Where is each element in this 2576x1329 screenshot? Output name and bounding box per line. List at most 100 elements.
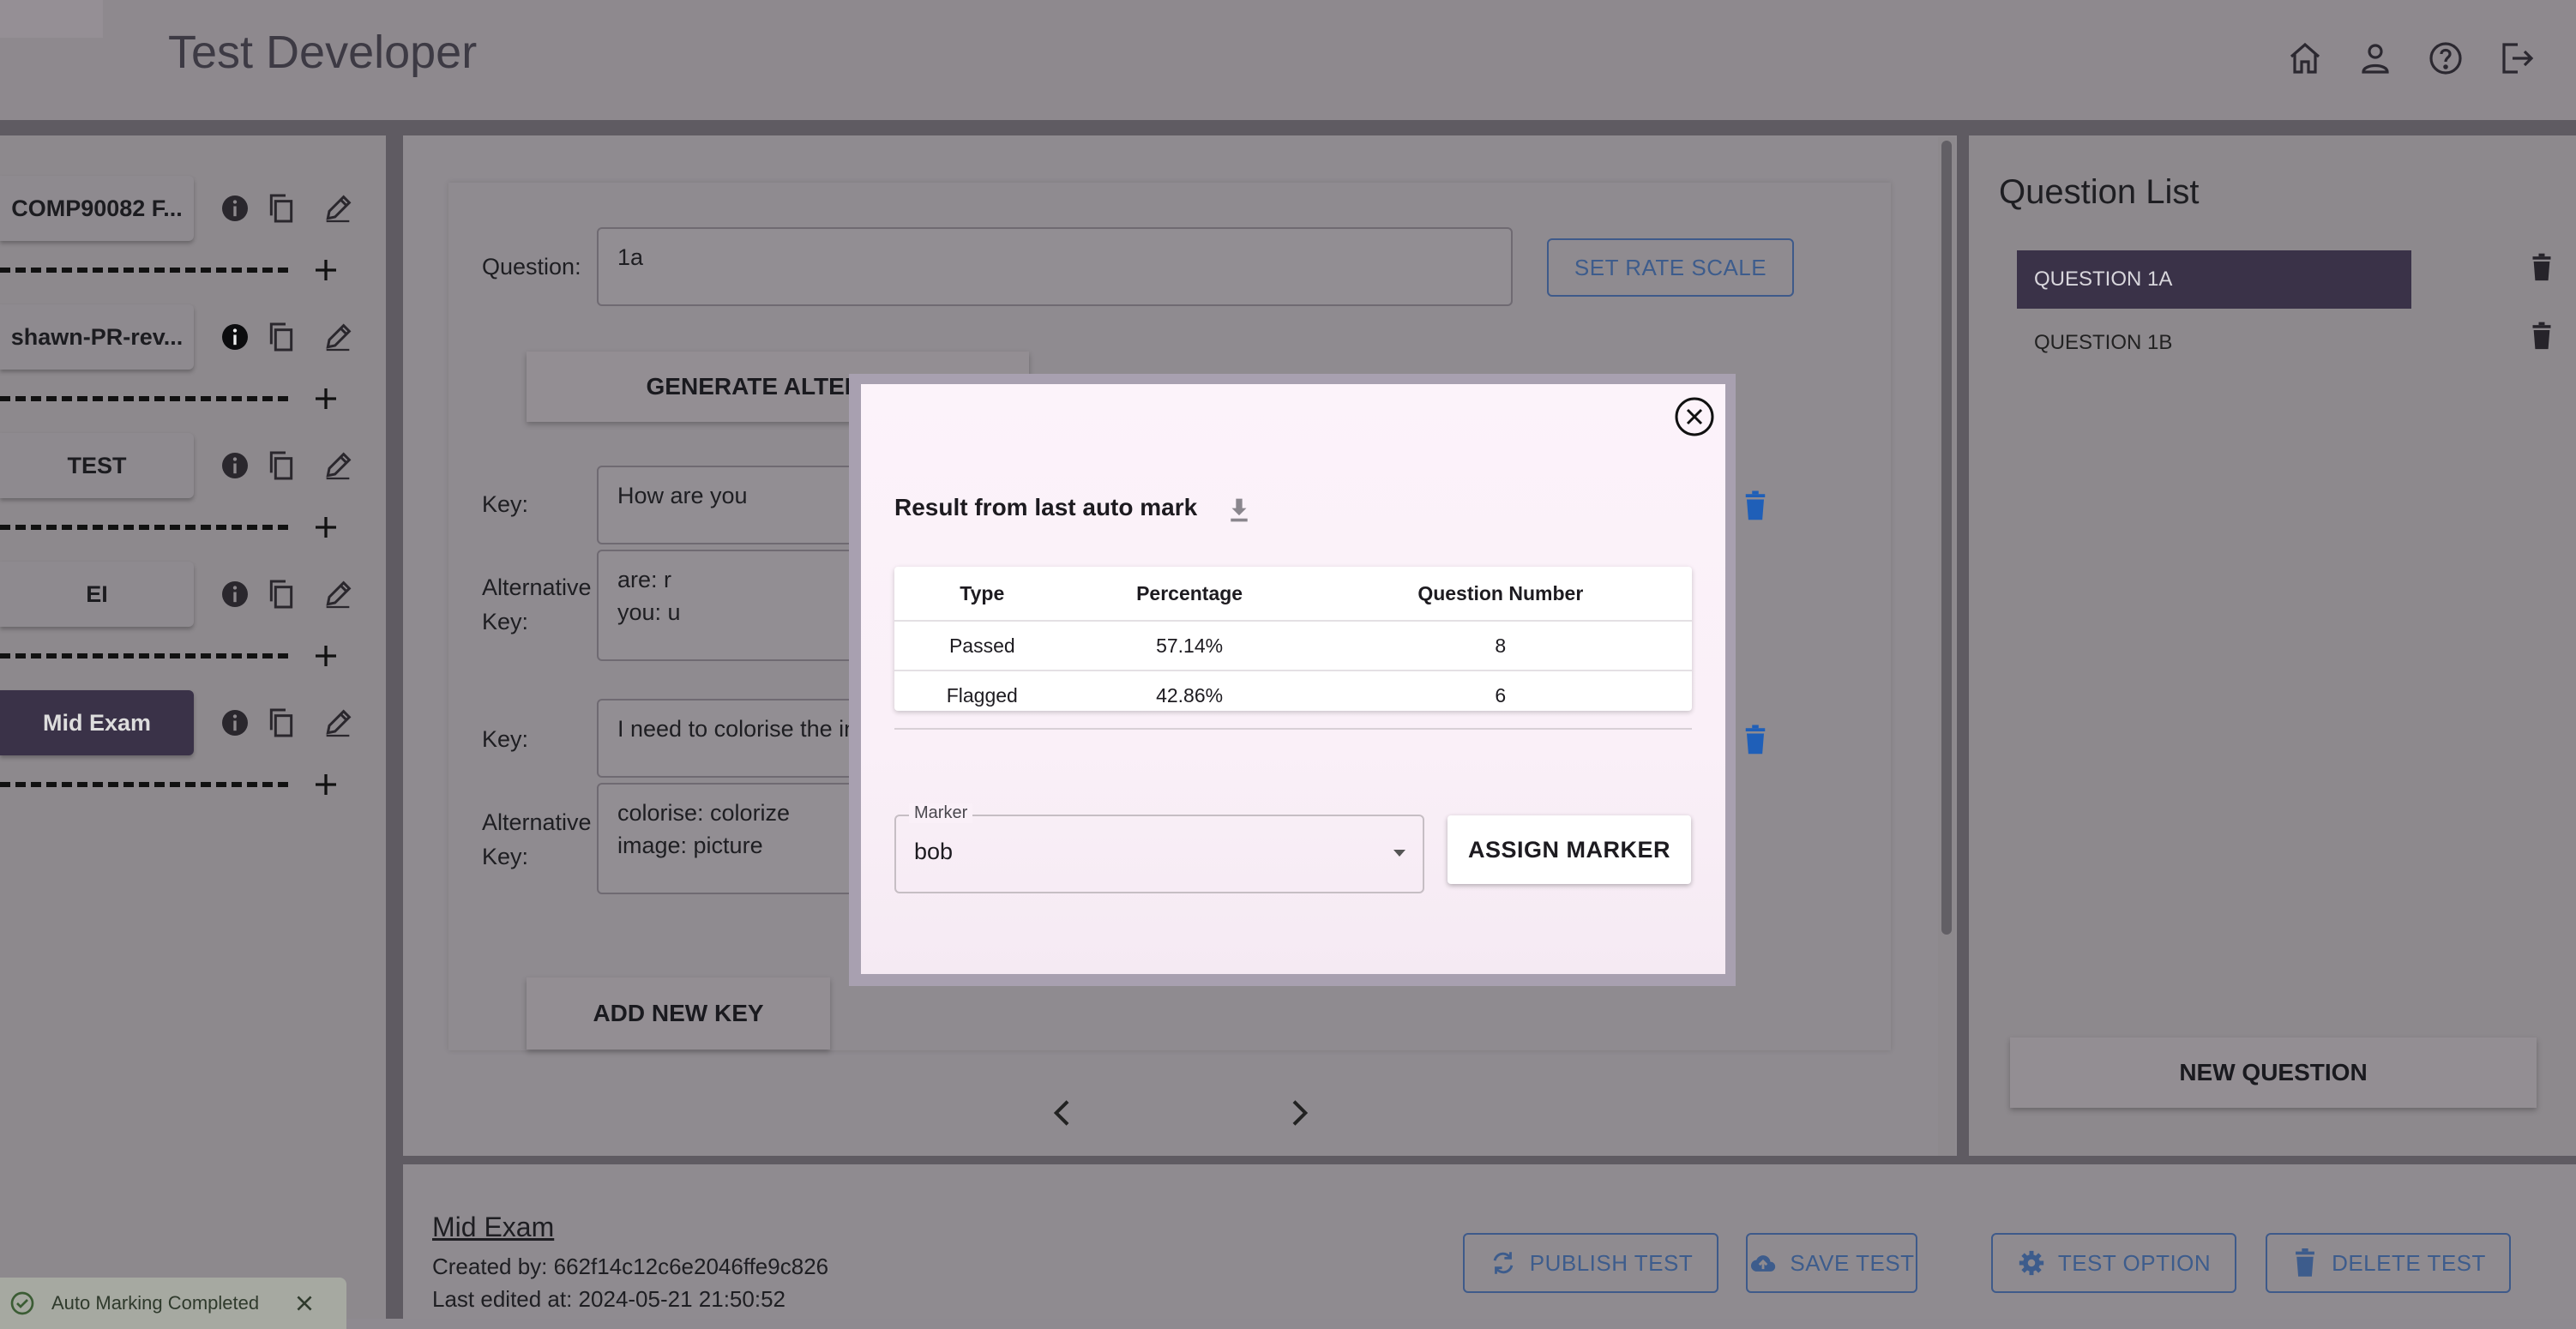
last-edited-text: Last edited at: 2024-05-21 21:50:52 bbox=[432, 1286, 785, 1312]
app-title: Test Developer bbox=[168, 27, 478, 78]
add-test-icon[interactable] bbox=[310, 640, 341, 671]
table-cell: Passed bbox=[894, 621, 1070, 671]
question-label: Question: bbox=[482, 254, 581, 280]
edit-icon[interactable] bbox=[321, 320, 355, 354]
alternative-key-label-2: Key: bbox=[482, 844, 529, 869]
test-item-button[interactable]: TEST bbox=[0, 433, 194, 498]
table-cell: Flagged bbox=[946, 683, 1018, 707]
add-test-icon[interactable] bbox=[310, 769, 341, 800]
info-icon[interactable] bbox=[218, 320, 252, 354]
question-item-label: QUESTION 1A bbox=[2034, 268, 2173, 291]
marker-selected-value[interactable]: bob bbox=[914, 839, 953, 865]
delete-key-icon[interactable] bbox=[1742, 490, 1768, 521]
edit-icon[interactable] bbox=[321, 448, 355, 483]
copy-icon[interactable] bbox=[264, 191, 298, 226]
info-icon[interactable] bbox=[218, 448, 252, 483]
table-row: Flagged 42.86% 6 bbox=[894, 671, 1692, 719]
save-test-label: SAVE TEST bbox=[1790, 1249, 1915, 1276]
delete-test-label: DELETE TEST bbox=[2332, 1249, 2486, 1276]
question-item[interactable]: QUESTION 1A bbox=[2017, 250, 2411, 309]
publish-test-button[interactable]: PUBLISH TEST bbox=[1463, 1233, 1718, 1293]
info-icon[interactable] bbox=[218, 706, 252, 740]
delete-question-icon[interactable] bbox=[2530, 252, 2554, 283]
insert-divider bbox=[0, 396, 288, 401]
publish-test-label: PUBLISH TEST bbox=[1529, 1249, 1694, 1276]
question-item-label: QUESTION 1B bbox=[2034, 331, 2173, 354]
copy-icon[interactable] bbox=[264, 577, 298, 611]
test-option-button[interactable]: TEST OPTION bbox=[1991, 1233, 2236, 1293]
created-by-text: Created by: 662f14c12c6e2046ffe9c826 bbox=[432, 1254, 829, 1279]
header-divider bbox=[0, 120, 2576, 135]
home-icon[interactable] bbox=[2284, 38, 2326, 79]
close-icon[interactable] bbox=[1673, 395, 1716, 438]
column-header: Question Number bbox=[1309, 567, 1692, 622]
alternative-key-label: Alternative bbox=[482, 574, 592, 600]
alternative-key-textarea[interactable]: are: r you: u bbox=[597, 550, 871, 661]
key-label: Key: bbox=[482, 491, 529, 517]
auto-marking-toast: Auto Marking Completed bbox=[0, 1278, 346, 1329]
help-icon[interactable] bbox=[2425, 38, 2466, 79]
key-input[interactable]: I need to colorise the in bbox=[597, 699, 871, 778]
table-cell: 6 bbox=[1495, 683, 1507, 707]
save-test-button[interactable]: SAVE TEST bbox=[1746, 1233, 1917, 1293]
assign-marker-button[interactable]: ASSIGN MARKER bbox=[1447, 815, 1691, 884]
new-question-button[interactable]: NEW QUESTION bbox=[2010, 1037, 2537, 1108]
add-test-icon[interactable] bbox=[310, 512, 341, 543]
question-item[interactable]: QUESTION 1B bbox=[2017, 314, 2411, 372]
edit-icon[interactable] bbox=[321, 191, 355, 226]
delete-key-icon[interactable] bbox=[1742, 725, 1768, 755]
question-input[interactable]: 1a bbox=[597, 227, 1513, 306]
next-question-icon[interactable] bbox=[1281, 1096, 1315, 1130]
test-item-button[interactable]: EI bbox=[0, 562, 194, 627]
marker-select[interactable] bbox=[894, 815, 1424, 893]
exam-name-link[interactable]: Mid Exam bbox=[432, 1212, 554, 1243]
set-rate-scale-button[interactable]: SET RATE SCALE bbox=[1547, 238, 1794, 297]
success-check-icon bbox=[9, 1290, 36, 1317]
insert-divider bbox=[0, 268, 288, 273]
test-item-button[interactable]: COMP90082 F... bbox=[0, 176, 194, 241]
edit-icon[interactable] bbox=[321, 577, 355, 611]
cloud-upload-icon bbox=[1751, 1255, 1776, 1272]
key-input[interactable]: How are you bbox=[597, 466, 871, 544]
info-icon[interactable] bbox=[218, 191, 252, 226]
edit-icon[interactable] bbox=[321, 706, 355, 740]
copy-icon[interactable] bbox=[264, 706, 298, 740]
result-table-header-row: Type Percentage Question Number bbox=[894, 567, 1692, 622]
delete-question-icon[interactable] bbox=[2530, 321, 2554, 352]
table-cell: 42.86% bbox=[1156, 683, 1224, 707]
editor-scrollbar-thumb[interactable] bbox=[1941, 141, 1952, 935]
modal-divider bbox=[894, 728, 1692, 730]
test-item-button[interactable]: Mid Exam bbox=[0, 690, 194, 755]
add-new-key-label: ADD NEW KEY bbox=[593, 1000, 764, 1026]
download-icon[interactable] bbox=[1226, 496, 1252, 525]
alternative-key-line: you: u bbox=[617, 599, 681, 625]
chevron-down-icon[interactable] bbox=[1391, 847, 1408, 859]
new-question-label: NEW QUESTION bbox=[2179, 1059, 2368, 1085]
copy-icon[interactable] bbox=[264, 320, 298, 354]
insert-divider bbox=[0, 653, 288, 658]
table-cell: 8 bbox=[1309, 621, 1692, 671]
table-row: Passed 57.14% 8 bbox=[894, 621, 1692, 671]
test-item-button[interactable]: shawn-PR-rev... bbox=[0, 304, 194, 370]
previous-question-icon[interactable] bbox=[1046, 1096, 1080, 1130]
user-icon[interactable] bbox=[2355, 38, 2396, 79]
trash-icon bbox=[2296, 1248, 2314, 1277]
alternative-key-textarea[interactable]: colorise: colorize image: picture bbox=[597, 783, 871, 894]
insert-divider bbox=[0, 525, 288, 530]
sidebar-divider bbox=[386, 135, 403, 1319]
close-toast-icon[interactable] bbox=[293, 1292, 316, 1314]
insert-divider bbox=[0, 782, 288, 787]
logout-icon[interactable] bbox=[2495, 38, 2537, 79]
add-test-icon[interactable] bbox=[310, 383, 341, 414]
delete-test-button[interactable]: DELETE TEST bbox=[2266, 1233, 2511, 1293]
logo-area bbox=[0, 0, 103, 38]
marker-field-label: Marker bbox=[909, 803, 973, 823]
copy-icon[interactable] bbox=[264, 448, 298, 483]
question-list-divider bbox=[1957, 135, 1969, 1156]
add-test-icon[interactable] bbox=[310, 255, 341, 286]
info-icon[interactable] bbox=[218, 577, 252, 611]
add-new-key-button[interactable]: ADD NEW KEY bbox=[527, 977, 830, 1049]
table-cell: 57.14% bbox=[1069, 621, 1309, 671]
alternative-key-label-2: Key: bbox=[482, 609, 529, 634]
column-header: Type bbox=[894, 567, 1070, 622]
